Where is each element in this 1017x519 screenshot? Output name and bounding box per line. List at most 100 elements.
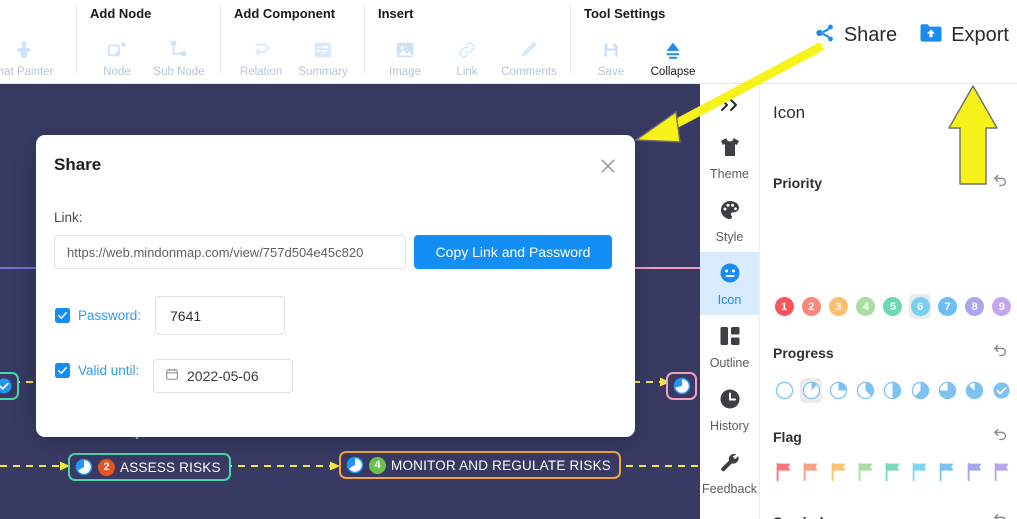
undo-reset-icon[interactable] bbox=[992, 172, 1009, 194]
export-button[interactable]: Export bbox=[919, 22, 1009, 49]
toolbar-item-comments[interactable]: Comments bbox=[498, 37, 560, 84]
toolbar-item-label: Image bbox=[389, 66, 421, 78]
share-dialog bbox=[36, 135, 635, 437]
mindmap-node-monitor-regulate-risks[interactable]: 4 MONITOR AND REGULATE RISKS bbox=[339, 451, 621, 479]
tshirt-icon bbox=[718, 135, 742, 164]
undo-reset-icon[interactable] bbox=[992, 511, 1009, 519]
share-link-input[interactable] bbox=[54, 235, 406, 269]
priority-badge: 8 bbox=[965, 297, 985, 316]
toolbar-item-summary[interactable]: Summary bbox=[292, 37, 354, 84]
flag-mint-icon[interactable] bbox=[882, 459, 904, 484]
sidebar-item-label: Feedback bbox=[702, 481, 757, 496]
priority-icon-9[interactable]: 9 bbox=[991, 294, 1013, 319]
flag-green-icon[interactable] bbox=[855, 459, 877, 484]
toolbar-item-format-painter[interactable]: mat Painter bbox=[0, 37, 62, 84]
progress-100-icon[interactable] bbox=[991, 378, 1013, 403]
flag-blue-icon[interactable] bbox=[936, 459, 958, 484]
share-nodes-icon bbox=[814, 22, 836, 49]
sidebar-item-label: Icon bbox=[717, 292, 742, 307]
flag-orange-icon[interactable] bbox=[827, 459, 849, 484]
top-right-actions: Share Export bbox=[814, 22, 1009, 49]
priority-icon-6[interactable]: 6 bbox=[909, 294, 932, 319]
collapse-icon bbox=[662, 37, 684, 63]
priority-icon-7[interactable]: 7 bbox=[936, 294, 958, 319]
flag-indigo-icon[interactable] bbox=[964, 459, 986, 484]
password-checkbox[interactable] bbox=[55, 308, 70, 323]
password-input[interactable] bbox=[155, 296, 285, 335]
valid-until-value: 2022-05-06 bbox=[187, 368, 259, 384]
password-label: Password: bbox=[78, 308, 142, 323]
toolbar-item-label: Save bbox=[597, 66, 625, 78]
flag-cyan-icon[interactable] bbox=[909, 459, 931, 484]
toolbar-group-format: mat Painter bbox=[0, 0, 76, 84]
toolbar-item-label: Node bbox=[103, 66, 131, 78]
priority-icon-4[interactable]: 4 bbox=[855, 294, 877, 319]
node-badge-priority: 4 bbox=[369, 456, 386, 474]
mindmap-node-partial-left[interactable] bbox=[0, 372, 19, 400]
toolbar-item-label: Sub Node bbox=[153, 66, 205, 78]
progress-37-icon[interactable] bbox=[855, 378, 877, 403]
progress-62-icon[interactable] bbox=[909, 378, 931, 403]
share-label: Share bbox=[843, 24, 898, 46]
sidebar-item-style[interactable]: Style bbox=[700, 189, 759, 252]
progress-50-icon[interactable] bbox=[882, 378, 904, 403]
section-title: Priority bbox=[773, 175, 823, 191]
sidebar-item-label: Outline bbox=[709, 355, 750, 370]
share-button[interactable]: Share bbox=[814, 22, 897, 49]
palette-icon bbox=[718, 198, 742, 227]
flag-red-icon[interactable] bbox=[773, 459, 795, 484]
sidebar-item-label: Theme bbox=[710, 166, 749, 181]
priority-icon-row: 123456789 bbox=[773, 294, 1013, 319]
sidebar-item-outline[interactable]: Outline bbox=[700, 315, 759, 378]
link-field-label: Link: bbox=[54, 210, 83, 225]
valid-until-checkbox[interactable] bbox=[55, 363, 70, 378]
progress-quarter-icon bbox=[75, 458, 93, 476]
toolbar-item-sub-node[interactable]: Sub Node bbox=[148, 37, 210, 84]
close-icon[interactable] bbox=[598, 156, 618, 176]
priority-icon-5[interactable]: 5 bbox=[882, 294, 904, 319]
progress-25-icon[interactable] bbox=[827, 378, 849, 403]
flag-violet-icon[interactable] bbox=[991, 459, 1013, 484]
toolbar-item-image[interactable]: Image bbox=[374, 37, 436, 84]
progress-0-icon[interactable] bbox=[773, 378, 795, 403]
progress-quarter-icon bbox=[346, 456, 364, 474]
toolbar-group-title: Tool Settings bbox=[584, 6, 666, 21]
undo-reset-icon[interactable] bbox=[992, 426, 1009, 448]
sidebar-item-feedback[interactable]: Feedback bbox=[700, 441, 759, 504]
mindmap-node-partial-right[interactable] bbox=[666, 372, 697, 400]
progress-12-icon[interactable] bbox=[800, 378, 823, 403]
priority-icon-1[interactable]: 1 bbox=[773, 294, 795, 319]
progress-87-icon[interactable] bbox=[964, 378, 986, 403]
progress-75-icon[interactable] bbox=[936, 378, 958, 403]
toolbar-item-link[interactable]: Link bbox=[436, 37, 498, 84]
priority-badge: 7 bbox=[937, 297, 957, 316]
toolbar-item-collapse[interactable]: Collapse bbox=[642, 37, 704, 84]
priority-icon-8[interactable]: 8 bbox=[964, 294, 986, 319]
flag-salmon-icon[interactable] bbox=[800, 459, 822, 484]
sidebar-item-theme[interactable]: Theme bbox=[700, 126, 759, 189]
valid-until-label: Valid until: bbox=[78, 363, 140, 378]
right-rail: Theme Style Icon Outline History Feedbac… bbox=[700, 84, 760, 519]
priority-icon-2[interactable]: 2 bbox=[800, 294, 822, 319]
toolbar-item-relation[interactable]: Relation bbox=[230, 37, 292, 84]
export-cloud-icon bbox=[919, 22, 943, 49]
section-title: Progress bbox=[773, 345, 834, 361]
priority-badge: 1 bbox=[774, 297, 794, 316]
link-icon bbox=[456, 37, 478, 63]
progress-half-icon bbox=[673, 377, 691, 395]
valid-until-date-picker[interactable]: 2022-05-06 bbox=[153, 359, 293, 393]
toolbar-item-save[interactable]: Save bbox=[580, 37, 642, 84]
priority-badge: 5 bbox=[883, 297, 903, 316]
sidebar-item-history[interactable]: History bbox=[700, 378, 759, 441]
copy-link-and-password-button[interactable]: Copy Link and Password bbox=[414, 235, 612, 269]
toolbar-item-node[interactable]: Node bbox=[86, 37, 148, 84]
priority-badge: 3 bbox=[829, 297, 849, 316]
mindmap-node-assess-risks[interactable]: 2 ASSESS RISKS bbox=[68, 453, 231, 481]
image-icon bbox=[394, 37, 416, 63]
chevron-double-right-icon[interactable] bbox=[700, 84, 759, 126]
toolbar-item-label: Collapse bbox=[650, 66, 696, 78]
toolbar-item-label: Summary bbox=[298, 66, 348, 78]
sidebar-item-icon[interactable]: Icon bbox=[700, 252, 759, 315]
priority-icon-3[interactable]: 3 bbox=[827, 294, 849, 319]
undo-reset-icon[interactable] bbox=[992, 342, 1009, 364]
